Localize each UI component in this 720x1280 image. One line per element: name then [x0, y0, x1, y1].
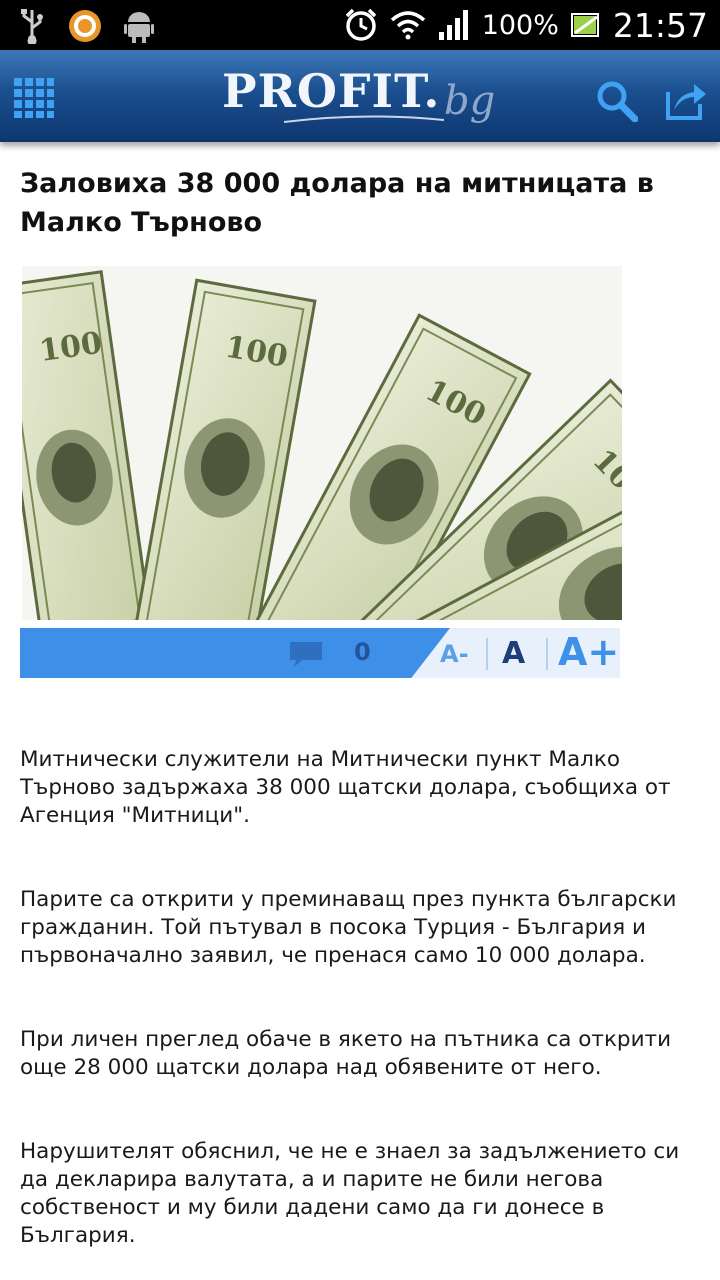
- comment-count: 0: [354, 638, 371, 666]
- toolbar-divider: [546, 638, 548, 670]
- app-header: PROFIT. bg: [0, 50, 720, 142]
- share-icon[interactable]: [664, 80, 708, 120]
- article-toolbar: 0 A- A A+: [20, 628, 620, 678]
- article-paragraph: Нарушителят обяснил, че не е знаел за за…: [20, 1139, 680, 1248]
- clock: 21:57: [612, 5, 708, 45]
- status-bar: 100% 21:57: [0, 0, 720, 50]
- article-image: 100 100 100 100 100: [22, 266, 622, 620]
- battery-percent: 100%: [481, 9, 559, 41]
- logo-text: PROFIT.: [222, 64, 441, 118]
- comment-icon[interactable]: [288, 640, 324, 668]
- app-notification-icon: [69, 10, 101, 42]
- article-paragraph: При личен преглед обаче в якето на пътни…: [20, 1027, 672, 1080]
- dollar-bills-photo: 100 100 100 100 100: [22, 266, 622, 620]
- article-paragraph: Парите са открити у преминаващ през пунк…: [20, 887, 677, 968]
- font-normal-button[interactable]: A: [502, 636, 525, 671]
- android-debug-icon: [124, 12, 154, 43]
- alarm-icon: [345, 8, 376, 41]
- grid-menu-icon[interactable]: [14, 78, 54, 118]
- site-logo[interactable]: PROFIT. bg: [222, 64, 502, 128]
- signal-icon: [438, 10, 468, 40]
- logo-swoosh-icon: [284, 115, 444, 123]
- article-title: Заловиха 38 000 долара на митницата в Ма…: [20, 168, 654, 238]
- comments-bar[interactable]: 0: [20, 628, 450, 678]
- font-decrease-button[interactable]: A-: [440, 640, 469, 668]
- battery-charging-icon: [570, 13, 599, 37]
- toolbar-divider: [486, 638, 488, 670]
- article-paragraph: Митнически служители на Митнически пункт…: [20, 747, 671, 828]
- font-increase-button[interactable]: A+: [558, 630, 619, 674]
- wifi-icon: [390, 11, 425, 40]
- usb-icon: [21, 9, 43, 44]
- logo-domain: bg: [444, 78, 496, 124]
- search-icon[interactable]: [596, 80, 638, 122]
